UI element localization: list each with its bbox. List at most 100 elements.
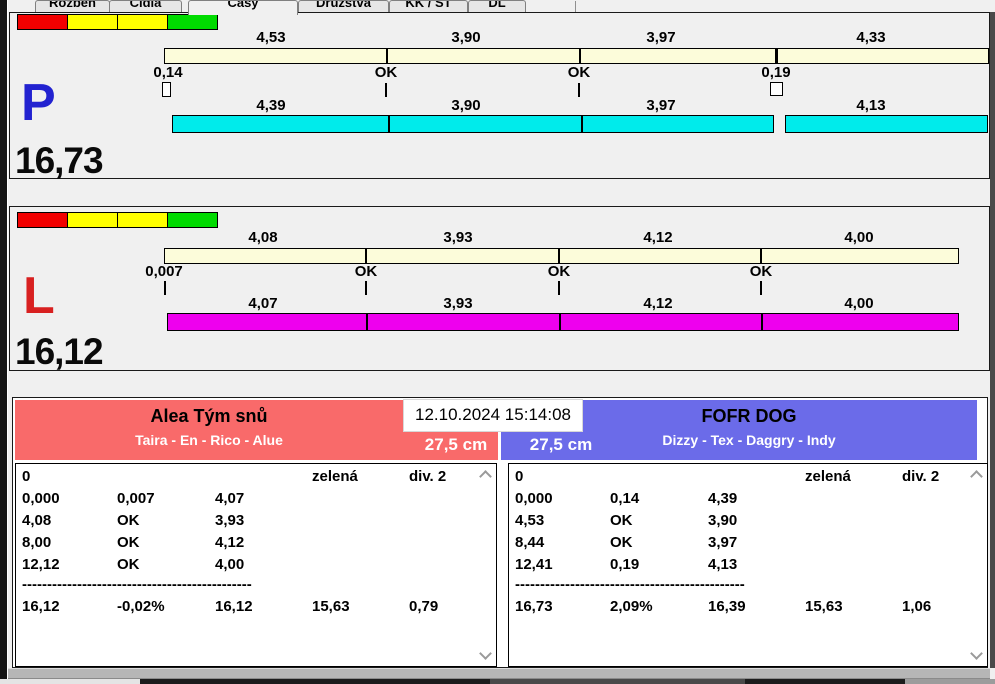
table-row: 12,41 0,19 4,13 xyxy=(509,556,987,574)
p-ok-tick xyxy=(578,83,580,97)
run-bar-divider xyxy=(388,116,390,132)
cell: zelená xyxy=(312,468,358,485)
p-top-split-2: 3,90 xyxy=(451,29,481,46)
total-percent: 2,09% xyxy=(610,598,653,615)
cell: 4,00 xyxy=(215,556,245,573)
light-green xyxy=(167,212,218,228)
right-team-table[interactable]: 0 zelená div. 2 0,000 0,14 4,39 4,53 OK … xyxy=(508,463,988,667)
window-left-edge xyxy=(0,0,8,684)
p-bottom-split-2: 3,90 xyxy=(451,97,481,114)
separator-line: ----------------------------------------… xyxy=(515,576,745,593)
l-mark-3: OK xyxy=(547,263,571,280)
datetime-label: 12.10.2024 15:14:08 xyxy=(403,399,583,432)
cell: 0,000 xyxy=(515,490,553,507)
l-top-split-2: 3,93 xyxy=(443,229,473,246)
table-row: 4,53 OK 3,90 xyxy=(509,512,987,530)
status-strip xyxy=(8,668,990,679)
cell: 8,00 xyxy=(22,534,52,551)
tab-label: Družstva xyxy=(316,0,371,10)
p-bottom-split-3: 3,97 xyxy=(646,97,676,114)
light-green xyxy=(167,14,218,30)
tabstrip-edge xyxy=(575,1,576,12)
scroll-down-icon[interactable] xyxy=(970,647,983,660)
scale-tick xyxy=(386,49,388,63)
table-row: 12,12 OK 4,00 xyxy=(16,556,496,574)
cell: 0,19 xyxy=(610,556,640,573)
l-scale-bar xyxy=(164,248,959,264)
tab-casy[interactable]: Časy xyxy=(188,0,298,15)
l-top-split-4: 4,00 xyxy=(844,229,874,246)
cell: 3,93 xyxy=(215,512,245,529)
separator-line: ----------------------------------------… xyxy=(22,576,252,593)
p-bottom-split-4: 4,13 xyxy=(856,97,886,114)
cell: zelená xyxy=(805,468,851,485)
cell: 3,90 xyxy=(708,512,738,529)
cell: 12,12 xyxy=(22,556,60,573)
total-ref: 15,63 xyxy=(312,598,350,615)
start-lights xyxy=(17,14,218,30)
scroll-down-icon[interactable] xyxy=(479,647,492,660)
right-team-name: FOFR DOG xyxy=(701,406,797,426)
cell: 3,97 xyxy=(708,534,738,551)
p-bottom-split-1: 4,39 xyxy=(256,97,286,114)
total-time: 16,12 xyxy=(22,598,60,615)
app-window: Rozběh Čidla Časy Družstva KK / ŠT DL 4,… xyxy=(0,0,995,684)
p-run-bar-last xyxy=(785,115,988,133)
p-top-split-1: 4,53 xyxy=(256,29,286,46)
total-diff: 1,06 xyxy=(902,598,932,615)
cell: 8,44 xyxy=(515,534,545,551)
table-row: 0,000 0,007 4,07 xyxy=(16,490,496,508)
lane-l-total-time: 16,12 xyxy=(15,331,104,372)
cell: 0 xyxy=(22,468,31,485)
window-right-edge xyxy=(990,12,995,668)
tab-label: DL xyxy=(488,0,506,10)
cell: 4,12 xyxy=(215,534,245,551)
p-mark-2: OK xyxy=(374,64,398,81)
cell: 4,08 xyxy=(22,512,52,529)
cell: OK xyxy=(610,534,633,551)
p-top-split-3: 3,97 xyxy=(646,29,676,46)
tab-label: Čidla xyxy=(129,0,162,10)
total-net: 16,12 xyxy=(215,598,253,615)
l-start-tick xyxy=(164,281,166,295)
l-bottom-split-3: 4,12 xyxy=(643,295,673,312)
results-section: Alea Tým snů Taira - En - Rico - Alue 27… xyxy=(12,397,988,668)
left-team-table[interactable]: 0 zelená div. 2 0,000 0,007 4,07 4,08 OK… xyxy=(15,463,497,667)
total-time: 16,73 xyxy=(515,598,553,615)
cell: 0,14 xyxy=(610,490,640,507)
light-red xyxy=(17,212,68,228)
run-bar-divider xyxy=(581,116,583,132)
totals-row: 16,12 -0,02% 16,12 15,63 0,79 xyxy=(16,598,496,616)
l-bottom-split-2: 3,93 xyxy=(443,295,473,312)
scale-tick xyxy=(775,49,778,63)
scale-tick xyxy=(760,249,762,263)
p-mark-1: 0,14 xyxy=(153,64,183,81)
cell: OK xyxy=(117,512,140,529)
left-team-members: Taira - En - Rico - Alue xyxy=(135,432,283,448)
l-run-bar xyxy=(167,313,959,331)
run-bar-divider xyxy=(366,314,368,330)
total-diff: 0,79 xyxy=(409,598,439,615)
scale-tick xyxy=(558,249,560,263)
l-ok-tick xyxy=(365,281,367,295)
cell: 0 xyxy=(515,468,524,485)
p-mark-4: 0,19 xyxy=(761,64,791,81)
lane-p-letter: P xyxy=(21,74,56,132)
l-top-split-1: 4,08 xyxy=(248,229,278,246)
lane-p-total-time: 16,73 xyxy=(15,140,104,181)
light-yellow-2 xyxy=(117,14,168,30)
taskbar-segment xyxy=(140,679,490,684)
run-bar-divider xyxy=(559,314,561,330)
taskbar-segment xyxy=(905,679,995,684)
l-mark-2: OK xyxy=(354,263,378,280)
cell: div. 2 xyxy=(409,468,447,485)
table-row: 4,08 OK 3,93 xyxy=(16,512,496,530)
light-yellow-1 xyxy=(67,212,118,228)
p-mark-3: OK xyxy=(567,64,591,81)
cell: 0,000 xyxy=(22,490,60,507)
p-scale-bar xyxy=(164,48,989,64)
taskbar-segment xyxy=(490,679,745,684)
cell: 4,13 xyxy=(708,556,738,573)
cell: 0,007 xyxy=(117,490,155,507)
p-run-bar xyxy=(172,115,774,133)
